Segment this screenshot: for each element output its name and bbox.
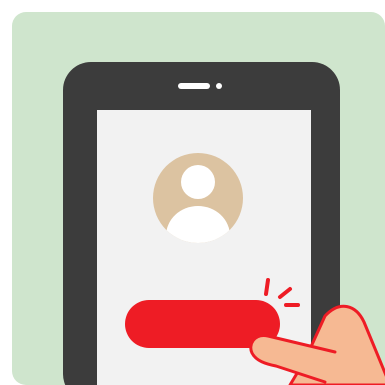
camera-dot <box>216 83 222 89</box>
illustration-canvas <box>0 0 385 385</box>
avatar-head <box>181 165 215 199</box>
speaker-slot <box>178 83 210 89</box>
phone-tap-illustration <box>12 12 385 385</box>
